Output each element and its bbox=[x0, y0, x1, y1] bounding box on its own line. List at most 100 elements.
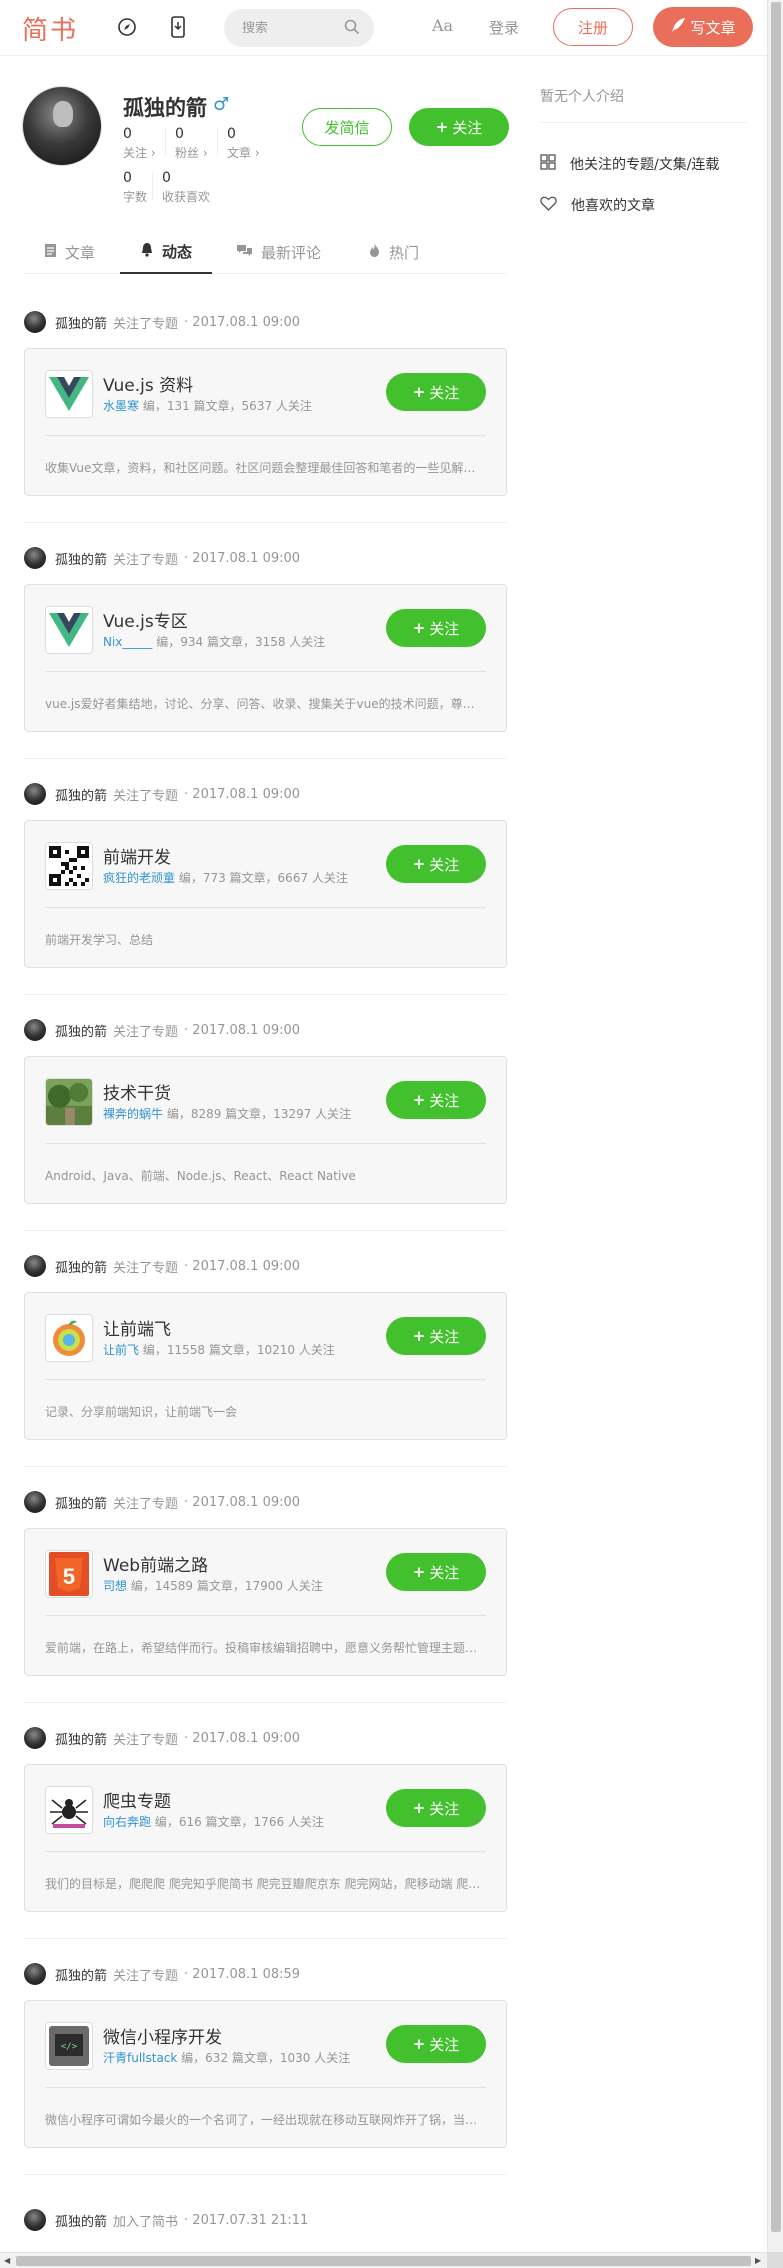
collection-thumbnail[interactable] bbox=[45, 842, 93, 890]
font-settings-button[interactable]: Aa bbox=[432, 16, 453, 35]
follow-collection-label: 关注 bbox=[429, 1799, 460, 1818]
stat-followers[interactable]: 0 粉丝 › bbox=[175, 126, 208, 161]
author-name[interactable]: 孤独的箭 bbox=[55, 313, 107, 332]
stat-followers-label: 粉丝 › bbox=[175, 146, 208, 160]
author-name[interactable]: 孤独的箭 bbox=[55, 1965, 107, 1984]
scroll-left-arrow-icon[interactable]: ◀ bbox=[4, 2257, 10, 2265]
author-avatar[interactable] bbox=[24, 1019, 46, 1041]
collection-thumbnail[interactable]: </> bbox=[45, 2022, 93, 2070]
author-avatar[interactable] bbox=[24, 547, 46, 569]
collection-title[interactable]: 微信小程序开发 bbox=[103, 2023, 222, 2048]
collection-card[interactable]: 技术干货 裸奔的蜗牛 编，8289 篇文章，13297 人关注 + 关注 Android… bbox=[24, 1056, 507, 1204]
author-name[interactable]: 孤独的箭 bbox=[55, 1257, 107, 1276]
user-avatar[interactable] bbox=[22, 86, 102, 166]
horizontal-scroll-thumb[interactable] bbox=[16, 2256, 751, 2266]
collection-title[interactable]: 前端开发 bbox=[103, 843, 171, 868]
collection-thumbnail[interactable] bbox=[45, 1314, 93, 1362]
collection-thumbnail[interactable] bbox=[45, 1786, 93, 1834]
feed-time: · 2017.08.1 09:00 bbox=[184, 1258, 301, 1274]
collection-owner-link[interactable]: 水墨寒 bbox=[103, 399, 139, 413]
collection-thumbnail[interactable]: 5 bbox=[45, 1550, 93, 1598]
follow-collection-button[interactable]: + 关注 bbox=[386, 373, 486, 411]
author-avatar[interactable] bbox=[24, 1491, 46, 1513]
search-icon[interactable] bbox=[344, 19, 360, 39]
compass-icon[interactable] bbox=[114, 14, 140, 40]
sidebar-link-liked-articles[interactable]: 他喜欢的文章 bbox=[540, 195, 655, 215]
tab-activity[interactable]: 动态 bbox=[120, 230, 213, 274]
collection-card[interactable]: 爬虫专题 向右奔跑 编，616 篇文章，1766 人关注 + 关注 我们的目标是，爬爬爬… bbox=[24, 1764, 507, 1912]
collection-card[interactable]: Vue.js 资料 水墨寒 编，131 篇文章，5637 人关注 + 关注 收集Vue文… bbox=[24, 348, 507, 496]
collection-card[interactable]: 让前端飞 让前飞 编，11558 篇文章，10210 人关注 + 关注 记录、分享前端知… bbox=[24, 1292, 507, 1440]
author-avatar[interactable] bbox=[24, 311, 46, 333]
follow-collection-button[interactable]: + 关注 bbox=[386, 2025, 486, 2063]
collection-thumbnail[interactable] bbox=[45, 606, 93, 654]
logo[interactable]: 简书 bbox=[22, 10, 78, 47]
collection-thumbnail[interactable] bbox=[45, 1078, 93, 1126]
feed-divider bbox=[24, 1230, 507, 1231]
author-name[interactable]: 孤独的箭 bbox=[55, 785, 107, 804]
feed-action: 关注了专题 bbox=[113, 1732, 179, 1748]
login-link[interactable]: 登录 bbox=[489, 17, 519, 38]
collection-stats: 编，131 篇文章，5637 人关注 bbox=[139, 399, 312, 413]
collection-owner-link[interactable]: 汗青fullstack bbox=[103, 2051, 177, 2065]
collection-owner-link[interactable]: 让前飞 bbox=[103, 1343, 139, 1357]
collection-thumbnail[interactable] bbox=[45, 370, 93, 418]
author-name[interactable]: 孤独的箭 bbox=[55, 2211, 107, 2230]
plus-icon: + bbox=[412, 855, 426, 873]
collection-title[interactable]: Vue.js专区 bbox=[103, 607, 188, 632]
vertical-scrollbar[interactable] bbox=[767, 0, 783, 2252]
collection-stats: 编，8289 篇文章，13297 人关注 bbox=[163, 1107, 352, 1121]
collection-title[interactable]: 爬虫专题 bbox=[103, 1787, 171, 1812]
author-avatar[interactable] bbox=[24, 1727, 46, 1749]
follow-collection-button[interactable]: + 关注 bbox=[386, 1081, 486, 1119]
send-message-button[interactable]: 发简信 bbox=[302, 108, 392, 146]
follow-collection-button[interactable]: + 关注 bbox=[386, 1789, 486, 1827]
stat-following[interactable]: 0 关注 › bbox=[123, 126, 156, 161]
follow-user-button[interactable]: + 关注 bbox=[409, 108, 509, 146]
collection-card[interactable]: 前端开发 疯狂的老顽童 编，773 篇文章，6667 人关注 + 关注 前端开发学习、总… bbox=[24, 820, 507, 968]
author-name[interactable]: 孤独的箭 bbox=[55, 549, 107, 568]
write-article-button[interactable]: 写文章 bbox=[653, 7, 753, 47]
card-divider bbox=[45, 2087, 486, 2088]
vertical-scroll-thumb[interactable] bbox=[771, 2, 781, 2232]
author-avatar[interactable] bbox=[24, 1255, 46, 1277]
tab-latest-comments[interactable]: 最新评论 bbox=[216, 230, 341, 274]
follow-collection-button[interactable]: + 关注 bbox=[386, 1553, 486, 1591]
author-avatar[interactable] bbox=[24, 2209, 46, 2231]
search-input[interactable] bbox=[242, 18, 337, 38]
signup-button[interactable]: 注册 bbox=[553, 8, 633, 46]
collection-card[interactable]: Vue.js专区 Nix_____ 编，934 篇文章，3158 人关注 + 关注 vu… bbox=[24, 584, 507, 732]
collection-title[interactable]: 让前端飞 bbox=[103, 1315, 171, 1340]
author-name[interactable]: 孤独的箭 bbox=[55, 1729, 107, 1748]
collection-info: 汗青fullstack 编，632 篇文章，1030 人关注 bbox=[103, 2049, 350, 2066]
vue-logo-icon bbox=[49, 377, 89, 411]
follow-collection-button[interactable]: + 关注 bbox=[386, 1317, 486, 1355]
search-box[interactable] bbox=[224, 9, 374, 47]
collection-owner-link[interactable]: 司想 bbox=[103, 1579, 127, 1593]
mobile-download-icon[interactable] bbox=[165, 14, 191, 40]
document-icon bbox=[44, 243, 57, 262]
collection-title[interactable]: 技术干货 bbox=[103, 1079, 171, 1104]
follow-collection-button[interactable]: + 关注 bbox=[386, 609, 486, 647]
scroll-right-arrow-icon[interactable]: ▶ bbox=[755, 2257, 761, 2265]
sidebar-link-followed-collections[interactable]: 他关注的专题/文集/连载 bbox=[540, 154, 719, 174]
collection-owner-link[interactable]: 疯狂的老顽童 bbox=[103, 871, 175, 885]
tab-hot[interactable]: 热门 bbox=[348, 230, 439, 274]
collection-title[interactable]: Web前端之路 bbox=[103, 1551, 208, 1576]
card-divider bbox=[45, 435, 486, 436]
collection-card[interactable]: </> 微信小程序开发 汗青fullstack 编，632 篇文章，1030 人关注… bbox=[24, 2000, 507, 2148]
collection-title[interactable]: Vue.js 资料 bbox=[103, 371, 193, 396]
author-name[interactable]: 孤独的箭 bbox=[55, 1493, 107, 1512]
author-avatar[interactable] bbox=[24, 1963, 46, 1985]
collection-owner-link[interactable]: Nix_____ bbox=[103, 635, 152, 649]
tab-activity-label: 动态 bbox=[162, 242, 193, 261]
collection-owner-link[interactable]: 向右奔跑 bbox=[103, 1815, 151, 1829]
horizontal-scrollbar[interactable]: ◀ ▶ bbox=[0, 2252, 767, 2268]
collection-owner-link[interactable]: 裸奔的蜗牛 bbox=[103, 1107, 163, 1121]
stat-articles[interactable]: 0 文章 › bbox=[227, 126, 260, 161]
collection-card[interactable]: 5 Web前端之路 司想 编，14589 篇文章，17900 人关注 + 关注 爱前端，在… bbox=[24, 1528, 507, 1676]
tab-articles[interactable]: 文章 bbox=[24, 230, 115, 274]
follow-collection-button[interactable]: + 关注 bbox=[386, 845, 486, 883]
author-avatar[interactable] bbox=[24, 783, 46, 805]
author-name[interactable]: 孤独的箭 bbox=[55, 1021, 107, 1040]
